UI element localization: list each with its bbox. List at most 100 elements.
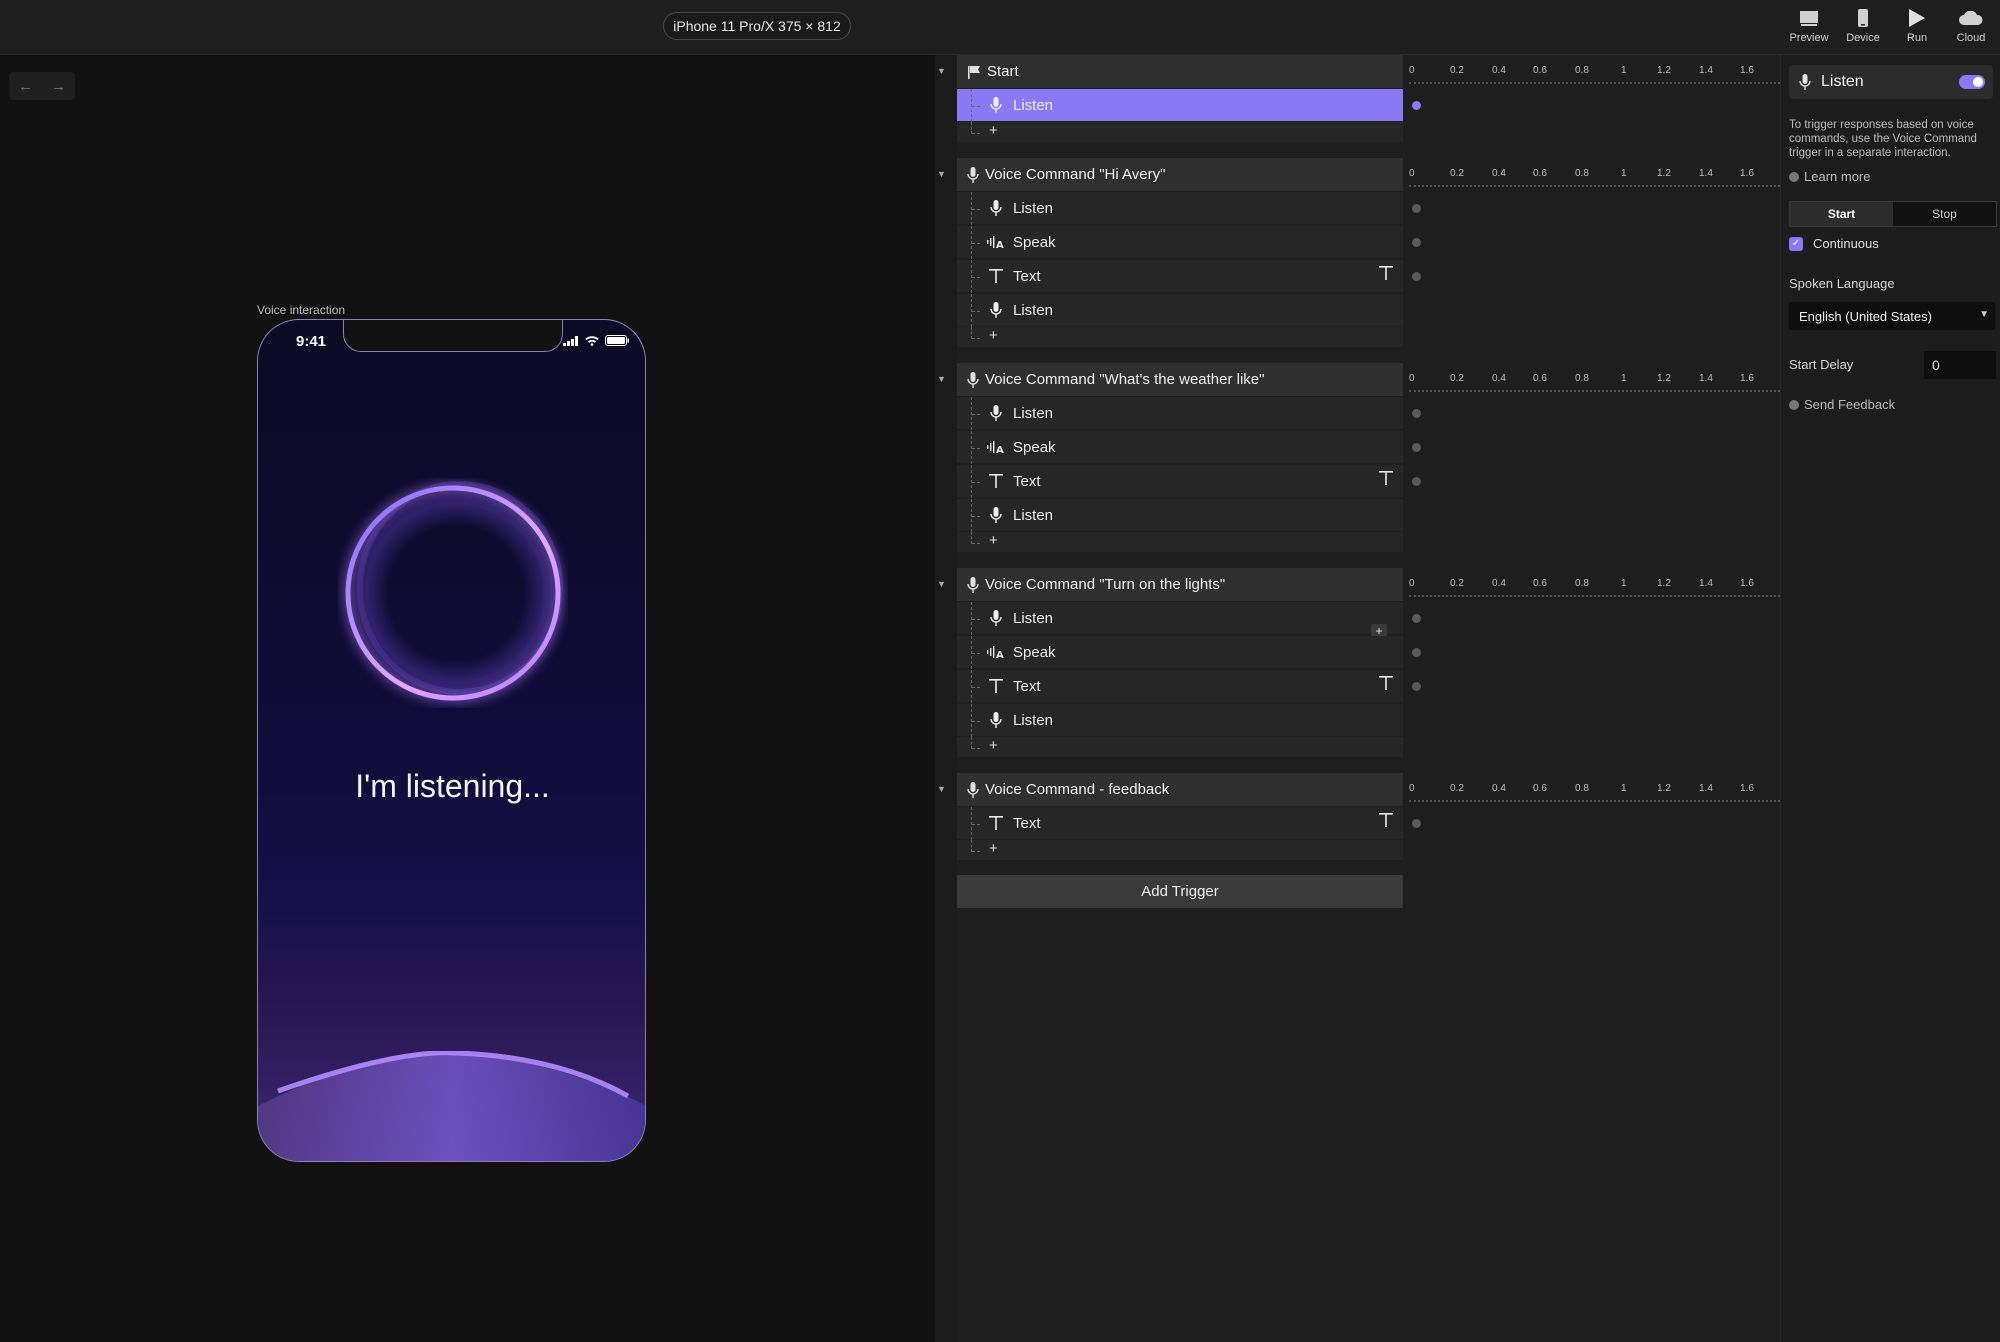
timeline-keyframe[interactable] bbox=[1412, 682, 1421, 691]
cloud-button[interactable]: Cloud bbox=[1944, 6, 1998, 50]
timeline-keyframe[interactable] bbox=[1412, 101, 1421, 110]
play-icon bbox=[1909, 6, 1925, 30]
add-response-row[interactable]: + bbox=[957, 122, 1403, 142]
continuous-checkbox[interactable]: ✓ bbox=[1789, 236, 1803, 251]
response-row-listen[interactable]: Listen bbox=[957, 294, 1403, 327]
trigger-title: Voice Command - feedback bbox=[985, 781, 1170, 798]
response-label: Listen bbox=[1013, 199, 1054, 217]
response-row-listen[interactable]: Listen bbox=[957, 192, 1403, 225]
collapse-caret-icon[interactable]: ▼ bbox=[937, 579, 946, 589]
text-layer-icon[interactable] bbox=[1379, 676, 1393, 695]
response-label: Speak bbox=[1013, 643, 1056, 661]
timeline-keyframe[interactable] bbox=[1412, 204, 1421, 213]
start-delay-input[interactable]: 0 bbox=[1924, 351, 1996, 379]
add-response-row[interactable]: + bbox=[957, 327, 1403, 347]
mic-icon bbox=[987, 200, 1005, 216]
battery-icon bbox=[605, 335, 629, 346]
mic-icon bbox=[967, 166, 979, 183]
add-response-plus-icon[interactable]: + bbox=[989, 737, 998, 754]
text-layer-icon[interactable] bbox=[1379, 266, 1393, 285]
trigger-header[interactable]: Start bbox=[957, 55, 1403, 88]
add-response-row[interactable]: + bbox=[957, 840, 1403, 860]
timeline-keyframe[interactable] bbox=[1412, 477, 1421, 486]
response-row-listen[interactable]: Listen + bbox=[957, 602, 1403, 638]
mic-icon bbox=[967, 781, 979, 798]
preview-label: Preview bbox=[1789, 32, 1829, 44]
response-row-listen[interactable]: Listen bbox=[957, 499, 1403, 532]
add-trigger-button[interactable]: Add Trigger bbox=[957, 875, 1403, 908]
segment-start[interactable]: Start bbox=[1790, 202, 1893, 226]
forward-arrow-icon[interactable]: → bbox=[42, 72, 75, 100]
preview-button[interactable]: Preview bbox=[1782, 6, 1836, 50]
response-label: Listen bbox=[1013, 711, 1054, 729]
trigger-header[interactable]: Voice Command "Hi Avery" bbox=[957, 158, 1403, 191]
response-label: Listen bbox=[1013, 506, 1054, 524]
response-row-listen[interactable]: Listen bbox=[957, 89, 1403, 122]
timeline-keyframe[interactable] bbox=[1412, 443, 1421, 452]
collapse-caret-icon[interactable]: ▼ bbox=[937, 784, 946, 794]
response-label: Text bbox=[1013, 814, 1041, 832]
trigger-header[interactable]: Voice Command "What's the weather like" bbox=[957, 363, 1403, 396]
response-row-text[interactable]: Text bbox=[957, 807, 1403, 840]
timeline-keyframe[interactable] bbox=[1412, 648, 1421, 657]
status-icons bbox=[563, 335, 629, 346]
add-response-plus-icon[interactable]: + bbox=[989, 122, 998, 139]
timeline-keyframe[interactable] bbox=[1412, 819, 1421, 828]
timeline-ruler: 0 0.2 0.4 0.6 0.8 1 1.2 1.4 1.6 bbox=[1409, 158, 1780, 191]
add-response-plus-icon[interactable]: + bbox=[989, 327, 998, 344]
response-row-text[interactable]: Text bbox=[957, 465, 1403, 498]
add-response-plus-icon[interactable]: + bbox=[989, 840, 998, 857]
start-stop-segmented: Start Stop bbox=[1789, 201, 1997, 227]
response-label: Listen bbox=[1013, 96, 1054, 114]
learn-more-label: Learn more bbox=[1804, 169, 1871, 184]
device-button[interactable]: Device bbox=[1836, 6, 1890, 50]
text-layer-icon[interactable] bbox=[1379, 813, 1393, 832]
response-label: Text bbox=[1013, 472, 1041, 490]
learn-more-link[interactable]: Learn more bbox=[1789, 169, 1870, 184]
mic-icon bbox=[967, 576, 979, 593]
response-row-text[interactable]: Text bbox=[957, 260, 1403, 293]
timeline-keyframe[interactable] bbox=[1412, 272, 1421, 281]
add-response-row[interactable]: + bbox=[957, 737, 1403, 757]
response-label: Listen bbox=[1013, 404, 1054, 422]
collapse-caret-icon[interactable]: ▼ bbox=[937, 374, 946, 384]
speak-icon: A bbox=[987, 645, 1005, 659]
status-time: 9:41 bbox=[296, 333, 327, 350]
run-label: Run bbox=[1906, 32, 1928, 44]
properties-description: To trigger responses based on voice comm… bbox=[1789, 119, 1977, 159]
response-row-speak[interactable]: A Speak bbox=[957, 226, 1403, 259]
trigger-title: Voice Command "What's the weather like" bbox=[985, 371, 1265, 388]
svg-text:A: A bbox=[996, 240, 1004, 249]
history-navigation: ← → bbox=[9, 72, 75, 100]
device-selector[interactable]: iPhone 11 Pro/X 375 × 812 bbox=[663, 12, 851, 40]
add-response-row[interactable]: + bbox=[957, 532, 1403, 552]
enabled-toggle[interactable] bbox=[1959, 75, 1985, 89]
collapse-caret-icon[interactable]: ▼ bbox=[937, 169, 946, 179]
run-button[interactable]: Run bbox=[1890, 6, 1944, 50]
segment-stop[interactable]: Stop bbox=[1893, 202, 1996, 226]
spoken-language-select[interactable]: English (United States) ▼ bbox=[1789, 302, 1995, 330]
text-layer-icon[interactable] bbox=[1379, 471, 1393, 490]
response-row-speak[interactable]: A Speak bbox=[957, 636, 1403, 669]
response-row-listen[interactable]: Listen bbox=[957, 704, 1403, 737]
response-label: Text bbox=[1013, 267, 1041, 285]
response-row-text[interactable]: Text bbox=[957, 670, 1403, 703]
response-row-listen[interactable]: Listen bbox=[957, 397, 1403, 430]
panel-divider[interactable] bbox=[935, 55, 957, 1342]
preview-icon bbox=[1800, 6, 1818, 30]
timeline-keyframe[interactable] bbox=[1412, 409, 1421, 418]
phone-frame[interactable]: 9:41 I'm listening... bbox=[257, 319, 646, 1162]
add-response-plus-icon[interactable]: + bbox=[989, 532, 998, 549]
back-arrow-icon[interactable]: ← bbox=[9, 72, 42, 100]
response-label: Speak bbox=[1013, 233, 1056, 251]
response-row-speak[interactable]: A Speak bbox=[957, 431, 1403, 464]
collapse-caret-icon[interactable]: ▼ bbox=[937, 66, 946, 76]
send-feedback-link[interactable]: Send Feedback bbox=[1789, 397, 1895, 412]
mic-icon bbox=[987, 610, 1005, 626]
trigger-header[interactable]: Voice Command "Turn on the lights" bbox=[957, 568, 1403, 601]
continuous-option[interactable]: ✓ Continuous bbox=[1789, 236, 1879, 251]
speak-icon: A bbox=[987, 440, 1005, 454]
trigger-header[interactable]: Voice Command - feedback bbox=[957, 773, 1403, 806]
timeline-keyframe[interactable] bbox=[1412, 238, 1421, 247]
timeline-keyframe[interactable] bbox=[1412, 614, 1421, 623]
